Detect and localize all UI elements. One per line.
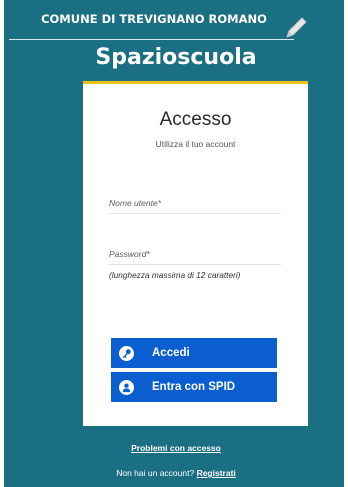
app-title: Spazioscuola: [95, 45, 257, 70]
login-button[interactable]: Accedi: [111, 338, 277, 368]
user-icon: [119, 379, 134, 395]
login-card: Accesso Utilizza il tuo account (lunghez…: [83, 81, 308, 426]
municipality-name: COMUNE DI TREVIGNANO ROMANO: [41, 12, 267, 26]
no-account-text: Non hai un account?: [116, 468, 197, 478]
spid-button[interactable]: Entra con SPID: [111, 372, 277, 402]
login-title: Accesso: [159, 109, 232, 130]
login-button-label: Accedi: [152, 347, 190, 359]
register-link[interactable]: Registrati: [197, 468, 236, 478]
login-subtitle: Utilizza il tuo account: [155, 139, 236, 149]
key-icon: [119, 345, 134, 361]
page-background: COMUNE DI TREVIGNANO ROMANO Spazioscuola…: [4, 0, 344, 487]
password-hint: (lunghezza massima di 12 caratteri): [109, 270, 241, 280]
pencil-icon[interactable]: [283, 15, 309, 41]
spid-button-label: Entra con SPID: [152, 381, 236, 393]
username-input[interactable]: [109, 192, 281, 214]
access-problems-link[interactable]: Problemi con accesso: [4, 443, 348, 453]
register-line: Non hai un account? Registrati: [4, 468, 348, 478]
header-divider: [9, 39, 294, 40]
password-input[interactable]: [109, 243, 281, 265]
